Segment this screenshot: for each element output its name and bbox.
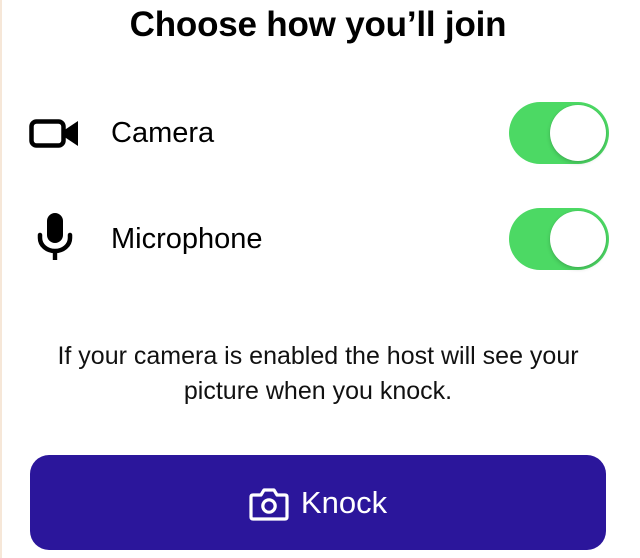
page-title: Choose how you’ll join: [129, 5, 507, 44]
microphone-option-row: Microphone: [0, 207, 640, 271]
knock-button-label: Knock: [300, 484, 388, 520]
camera-label: Camera: [111, 117, 215, 149]
camera-option-row: Camera: [0, 101, 640, 165]
microphone-toggle-knob: [550, 211, 606, 267]
camera-toggle-knob: [550, 105, 606, 161]
camera-toggle[interactable]: [509, 102, 609, 164]
video-camera-icon: [28, 101, 82, 165]
microphone-toggle[interactable]: [509, 208, 609, 270]
camera-icon: [249, 486, 289, 522]
camera-info-text: If your camera is enabled the host will …: [57, 342, 579, 405]
knock-button[interactable]: Knock: [30, 455, 606, 550]
left-edge-divider: [0, 0, 2, 558]
microphone-label: Microphone: [111, 223, 263, 255]
microphone-icon: [28, 207, 82, 271]
